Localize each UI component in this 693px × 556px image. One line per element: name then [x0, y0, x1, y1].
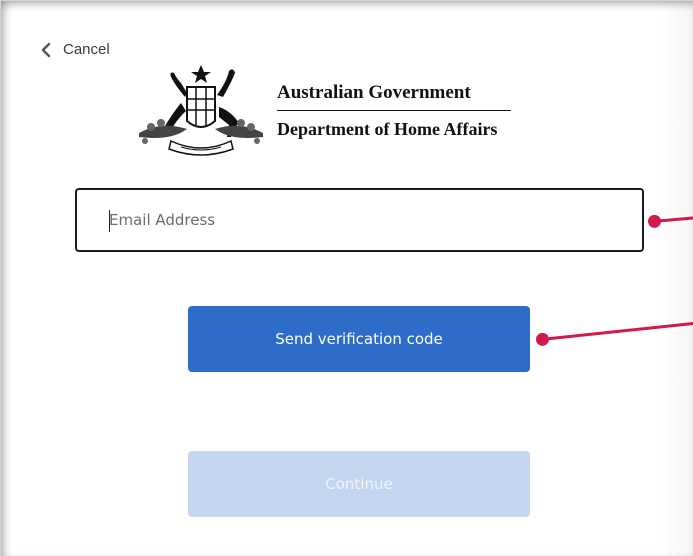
government-name: Australian Government — [277, 82, 511, 111]
email-field-container — [75, 188, 644, 252]
email-annotation-pointer — [647, 214, 693, 229]
send-annotation-dot — [535, 332, 550, 347]
sign-in-panel: Cancel Australian Government Department … — [0, 0, 693, 556]
continue-button[interactable]: Continue — [188, 451, 530, 517]
send-annotation-pointer — [535, 322, 693, 347]
text-cursor — [109, 210, 110, 232]
chevron-left-icon — [41, 42, 51, 57]
cancel-link[interactable]: Cancel — [41, 41, 110, 58]
coat-of-arms-icon — [139, 65, 263, 156]
department-name: Department of Home Affairs — [277, 119, 498, 139]
continue-label: Continue — [325, 475, 393, 493]
email-input[interactable] — [77, 190, 642, 250]
government-logo: Australian Government Department of Home… — [131, 63, 511, 159]
email-annotation-dot — [647, 214, 662, 229]
cancel-label: Cancel — [63, 41, 110, 58]
send-verification-code-label: Send verification code — [275, 330, 443, 348]
send-verification-code-button[interactable]: Send verification code — [188, 306, 530, 372]
